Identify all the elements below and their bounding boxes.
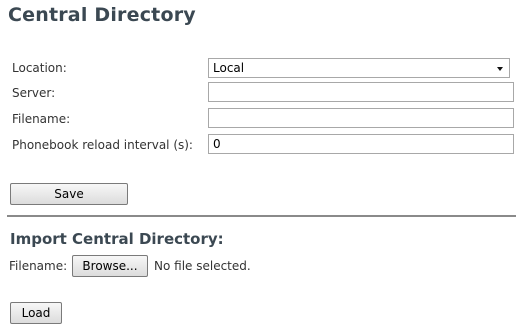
chevron-down-icon (497, 67, 503, 71)
reload-interval-label: Phonebook reload interval (s): (12, 138, 193, 152)
filename-label: Filename: (12, 112, 71, 126)
import-filename-label: Filename: (9, 259, 68, 273)
import-section-title: Import Central Directory: (10, 230, 224, 248)
filename-input[interactable] (208, 108, 514, 128)
load-button[interactable]: Load (10, 302, 62, 324)
page-title: Central Directory (8, 4, 196, 26)
save-button[interactable]: Save (10, 183, 128, 205)
file-status-text: No file selected. (154, 259, 251, 273)
location-select[interactable]: Local (208, 58, 510, 78)
location-selected-value: Local (213, 61, 245, 75)
section-divider (7, 215, 516, 217)
server-input[interactable] (208, 82, 514, 102)
server-label: Server: (12, 86, 56, 100)
reload-interval-input[interactable] (208, 134, 514, 154)
location-label: Location: (12, 61, 67, 75)
browse-button[interactable]: Browse... (72, 255, 148, 277)
